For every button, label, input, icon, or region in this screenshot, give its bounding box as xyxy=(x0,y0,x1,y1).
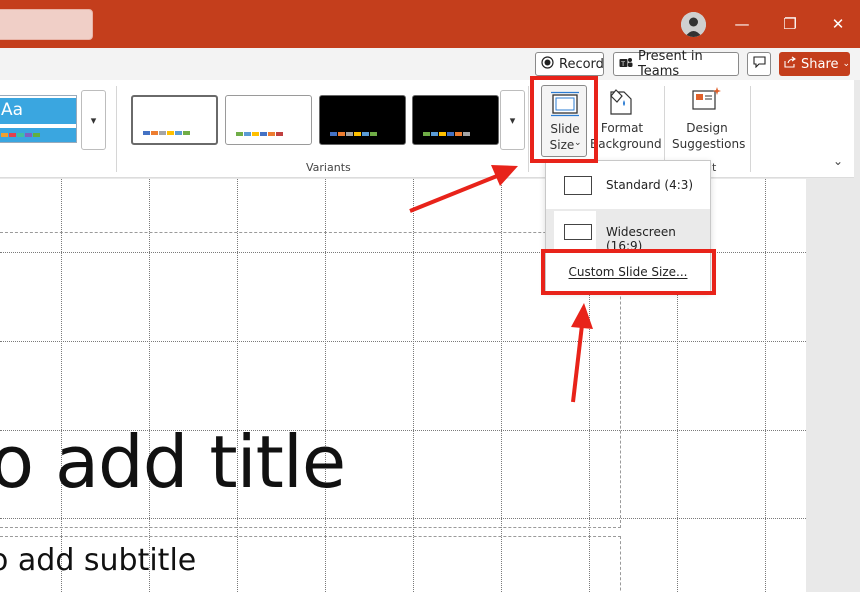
arrow-head-custom-size xyxy=(571,303,593,329)
arrow-to-custom-size xyxy=(571,324,584,403)
annotation-arrows xyxy=(409,165,593,403)
arrow-to-slide-size xyxy=(409,174,498,213)
